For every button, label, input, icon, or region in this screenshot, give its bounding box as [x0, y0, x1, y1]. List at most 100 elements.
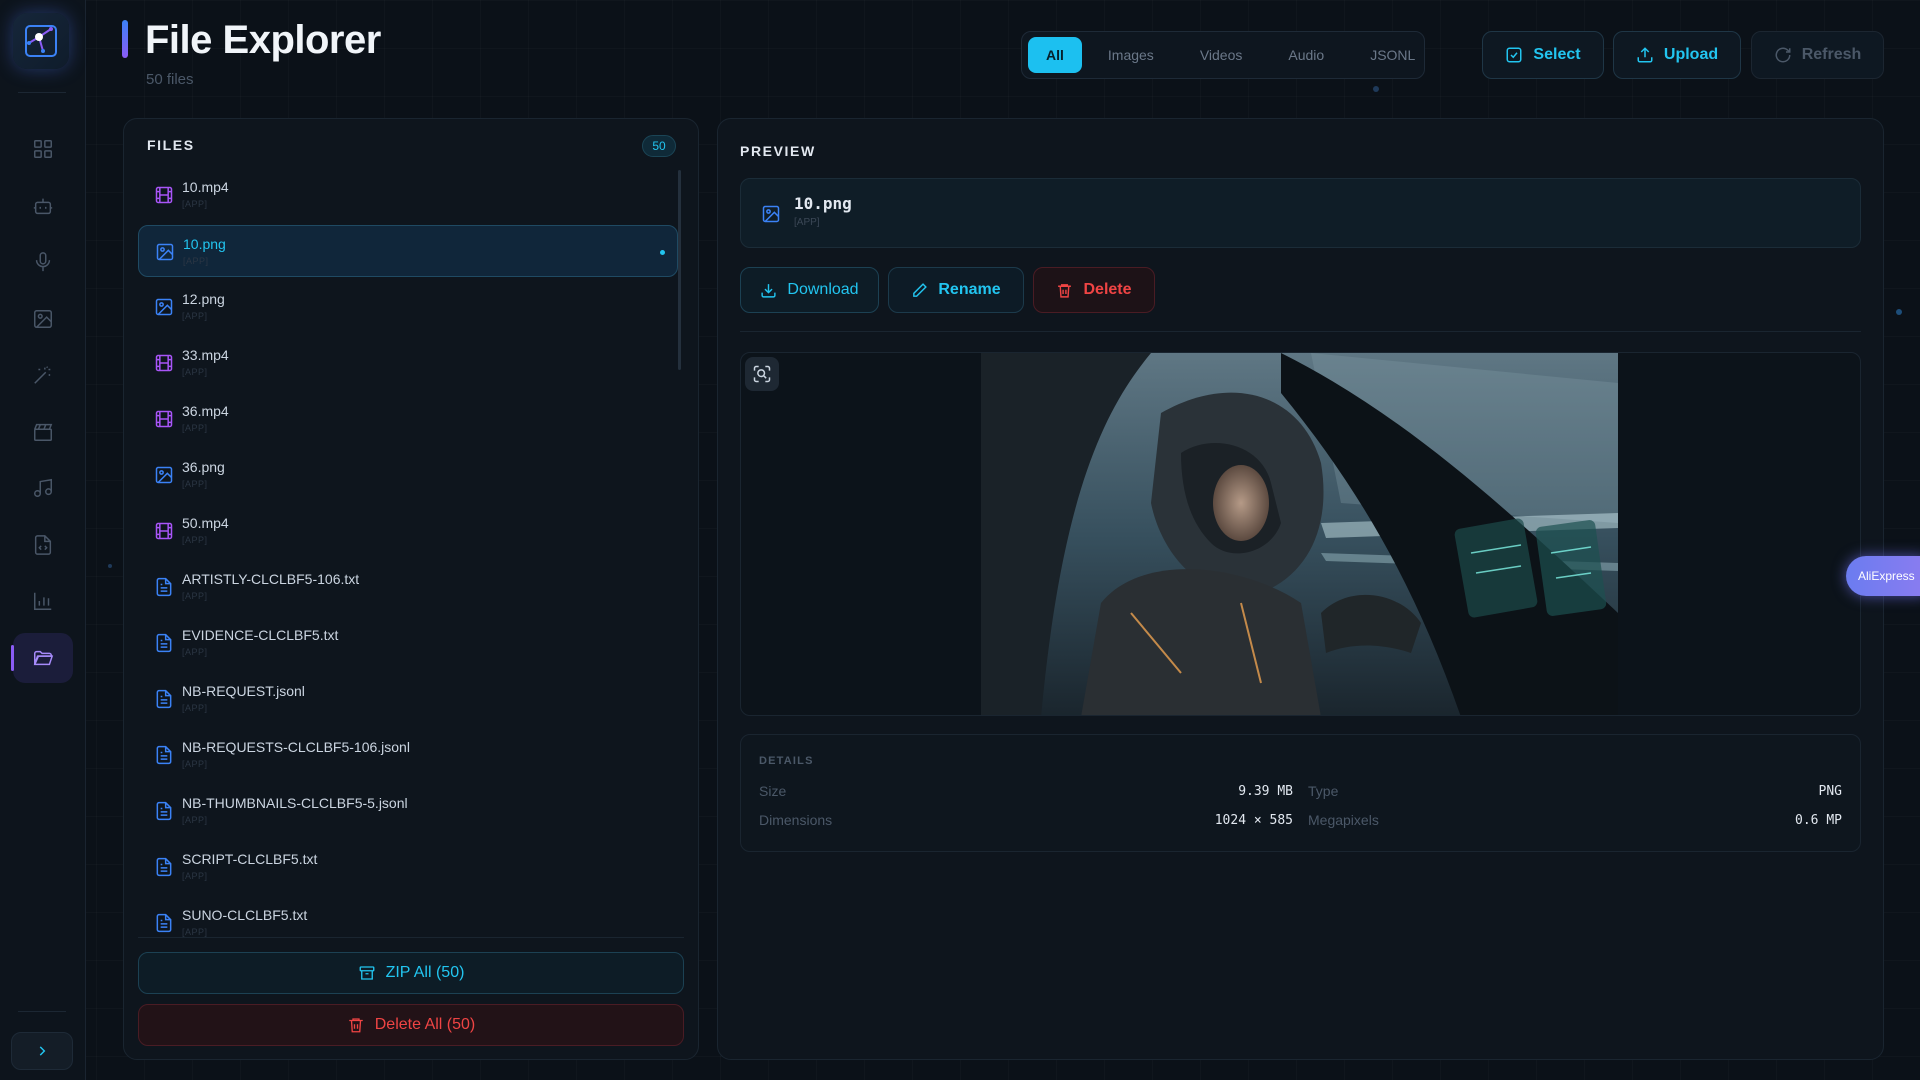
tab-jsonl[interactable]: JSONL — [1350, 37, 1435, 73]
file-name: SUNO-CLCLBF5.txt — [182, 907, 308, 923]
download-button[interactable]: Download — [740, 267, 879, 313]
megapixels-key: Megapixels — [1308, 812, 1379, 828]
preview-image — [981, 353, 1618, 715]
file-list-item[interactable]: 10.mp4 [APP] — [138, 169, 678, 221]
file-name: 33.mp4 — [182, 347, 229, 363]
text-file-icon — [154, 689, 174, 709]
select-button-label: Select — [1533, 46, 1581, 63]
clapperboard-icon — [34, 423, 53, 441]
file-list: 10.mp4 [APP] 10.png [APP] 12.png [APP] 33.mp4 [… — [138, 169, 678, 939]
tab-videos[interactable]: Videos — [1180, 37, 1263, 73]
trash-icon — [1058, 283, 1072, 298]
background-dot — [1896, 309, 1902, 315]
file-list-item[interactable]: NB-REQUESTS-CLCLBF5-106.jsonl [APP] — [138, 729, 678, 781]
file-list-divider — [138, 937, 684, 938]
upload-button[interactable]: Upload — [1613, 31, 1741, 79]
delete-all-button[interactable]: Delete All (50) — [138, 1004, 684, 1046]
file-list-item[interactable]: 12.png [APP] — [138, 281, 678, 333]
pencil-icon — [913, 282, 928, 297]
tab-images[interactable]: Images — [1088, 37, 1174, 73]
upload-icon — [1637, 47, 1653, 63]
file-tag: [APP] — [183, 256, 209, 266]
file-tag: [APP] — [182, 759, 208, 769]
dimensions-value: 1024 × 585 — [1214, 813, 1293, 828]
file-tag: [APP] — [182, 815, 208, 825]
file-list-item[interactable]: NB-THUMBNAILS-CLCLBF5-5.jsonl [APP] — [138, 785, 678, 837]
aliexpress-extension-tab[interactable]: AliExpress — [1846, 556, 1920, 596]
file-list-item[interactable]: 36.mp4 [APP] — [138, 393, 678, 445]
sidebar — [0, 0, 86, 1080]
size-value: 9.39 MB — [1238, 784, 1293, 799]
text-file-icon — [154, 633, 174, 653]
delete-button[interactable]: Delete — [1033, 267, 1155, 313]
file-name: NB-REQUESTS-CLCLBF5-106.jsonl — [182, 739, 410, 755]
sidebar-expand-button[interactable] — [11, 1032, 73, 1070]
file-list-item[interactable]: 10.png [APP] — [138, 225, 678, 277]
sidebar-item-voice[interactable] — [13, 237, 73, 287]
file-tag: [APP] — [182, 423, 208, 433]
file-list-item[interactable]: 33.mp4 [APP] — [138, 337, 678, 389]
sidebar-item-dashboard[interactable] — [13, 124, 73, 174]
file-tag: [APP] — [182, 647, 208, 657]
sidebar-item-files[interactable] — [11, 632, 73, 683]
files-heading: FILES — [147, 137, 195, 153]
megapixels-value: 0.6 MP — [1795, 813, 1842, 828]
image-file-icon — [154, 465, 174, 485]
files-count-badge: 50 — [642, 135, 676, 157]
sidebar-item-music[interactable] — [13, 463, 73, 513]
preview-file-tag: [APP] — [794, 217, 820, 228]
refresh-button[interactable]: Refresh — [1751, 31, 1884, 79]
dashboard-icon — [34, 140, 52, 158]
tab-audio[interactable]: Audio — [1268, 37, 1344, 73]
selected-indicator — [660, 250, 665, 255]
file-list-item[interactable]: 36.png [APP] — [138, 449, 678, 501]
title-accent-bar — [122, 20, 128, 58]
file-list-item[interactable]: 50.mp4 [APP] — [138, 505, 678, 557]
files-panel: FILES 50 10.mp4 [APP] 10.png [APP] 12.png [AP… — [123, 118, 699, 1060]
trash-icon — [349, 1018, 363, 1033]
sidebar-item-analytics[interactable] — [13, 576, 73, 626]
rename-button-label: Rename — [938, 281, 1001, 298]
checkbox-icon — [1506, 47, 1522, 63]
download-icon — [761, 283, 777, 298]
page-title: File Explorer — [145, 18, 381, 62]
sidebar-item-image-edit[interactable] — [13, 294, 73, 344]
text-file-icon — [154, 745, 174, 765]
details-heading: DETAILS — [759, 755, 814, 767]
document-code-icon — [34, 534, 52, 555]
select-button[interactable]: Select — [1482, 31, 1604, 79]
file-list-item[interactable]: EVIDENCE-CLCLBF5.txt [APP] — [138, 617, 678, 669]
file-list-item[interactable]: NB-REQUEST.jsonl [APP] — [138, 673, 678, 725]
video-file-icon — [154, 185, 174, 205]
file-list-scrollbar[interactable] — [678, 170, 681, 370]
file-name: NB-THUMBNAILS-CLCLBF5-5.jsonl — [182, 795, 408, 811]
file-list-item[interactable]: SCRIPT-CLCLBF5.txt [APP] — [138, 841, 678, 893]
type-value: PNG — [1818, 784, 1842, 799]
music-icon — [34, 478, 52, 497]
rename-button[interactable]: Rename — [888, 267, 1024, 313]
tab-all[interactable]: All — [1028, 37, 1082, 73]
image-file-icon — [154, 297, 174, 317]
zip-all-button[interactable]: ZIP All (50) — [138, 952, 684, 994]
microphone-icon — [35, 252, 51, 272]
file-name: ARTISTLY-CLCLBF5-106.txt — [182, 571, 360, 587]
details-section: DETAILS Size 9.39 MB Type PNG Dimensions… — [740, 734, 1861, 852]
file-tag: [APP] — [182, 591, 208, 601]
chevron-right-icon — [39, 1046, 46, 1056]
sidebar-item-documents[interactable] — [13, 520, 73, 570]
app-logo[interactable] — [13, 13, 69, 69]
file-name: NB-REQUEST.jsonl — [182, 683, 305, 699]
sidebar-item-assistant[interactable] — [13, 181, 73, 231]
file-list-item[interactable]: SUNO-CLCLBF5.txt [APP] — [138, 897, 678, 939]
file-tag: [APP] — [182, 535, 208, 545]
sidebar-item-video[interactable] — [13, 407, 73, 457]
zoom-button[interactable] — [745, 357, 779, 391]
file-name: 10.mp4 — [182, 179, 229, 195]
sidebar-item-magic[interactable] — [13, 350, 73, 400]
background-dot — [108, 564, 112, 568]
file-list-item[interactable]: ARTISTLY-CLCLBF5-106.txt [APP] — [138, 561, 678, 613]
file-name: EVIDENCE-CLCLBF5.txt — [182, 627, 339, 643]
sidebar-divider — [18, 1011, 66, 1012]
file-name: 50.mp4 — [182, 515, 229, 531]
magic-wand-icon — [34, 366, 51, 384]
